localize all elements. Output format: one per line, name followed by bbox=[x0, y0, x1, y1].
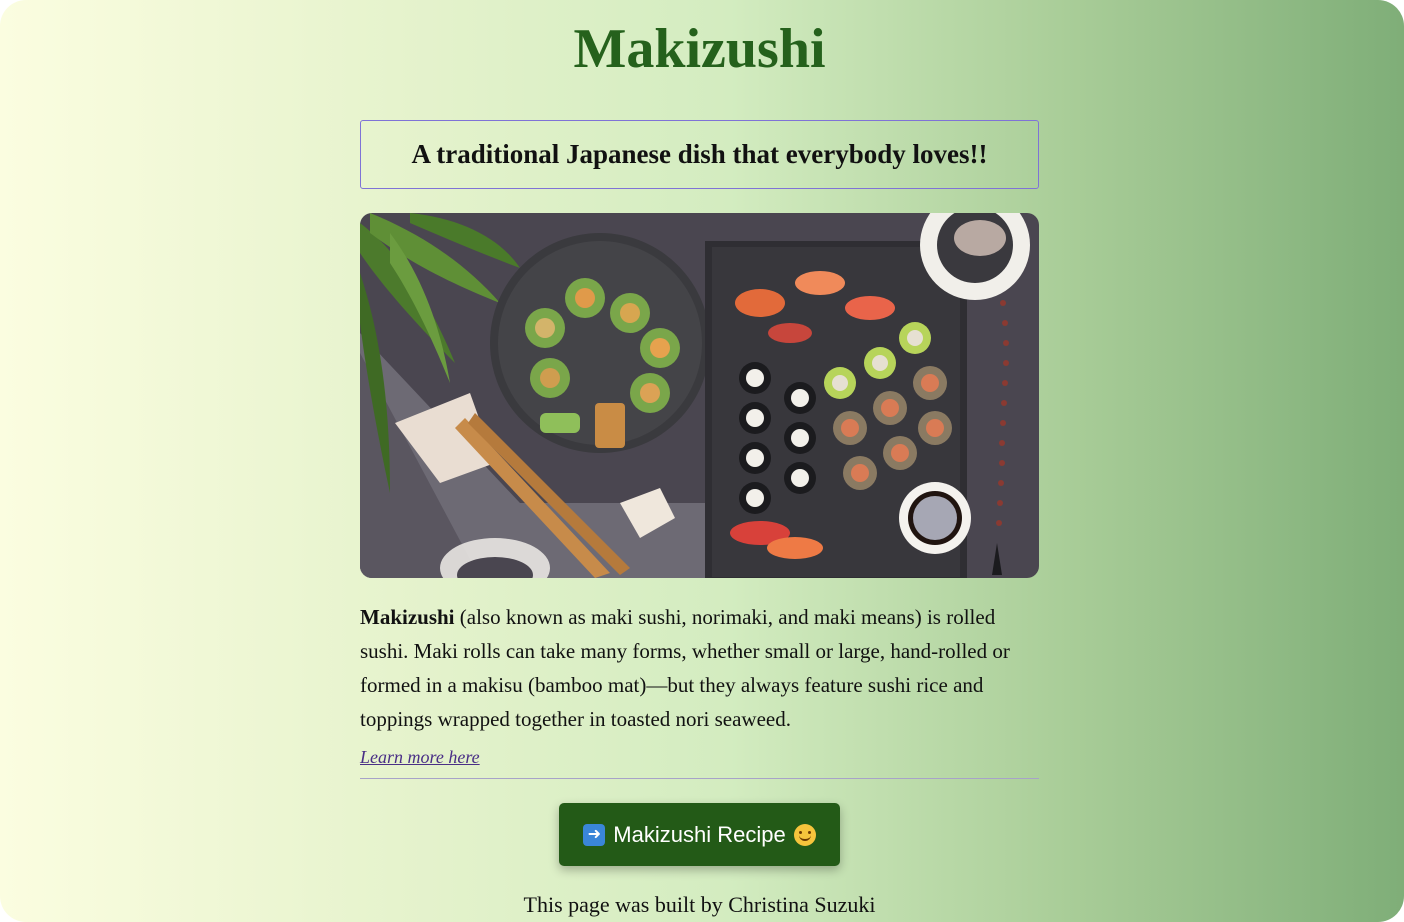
page-title: Makizushi bbox=[573, 18, 826, 80]
page-frame: Makizushi A traditional Japanese dish th… bbox=[0, 0, 1404, 922]
tagline-box: A traditional Japanese dish that everybo… bbox=[360, 120, 1039, 189]
recipe-button[interactable]: ➜ Makizushi Recipe bbox=[559, 803, 840, 866]
description-bold: Makizushi bbox=[360, 605, 455, 629]
divider bbox=[360, 778, 1039, 779]
description-text: (also known as maki sushi, norimaki, and… bbox=[360, 605, 1010, 731]
right-arrow-icon: ➜ bbox=[583, 823, 606, 846]
tagline-text: A traditional Japanese dish that everybo… bbox=[411, 139, 988, 169]
learn-more-link[interactable]: Learn more here bbox=[360, 747, 480, 768]
description-paragraph: Makizushi (also known as maki sushi, nor… bbox=[360, 600, 1039, 736]
smiling-face-icon bbox=[793, 823, 816, 846]
footer-credit: This page was built by Christina Suzuki bbox=[523, 892, 876, 917]
recipe-button-label: Makizushi Recipe bbox=[613, 821, 786, 847]
hero-image bbox=[360, 213, 1039, 578]
